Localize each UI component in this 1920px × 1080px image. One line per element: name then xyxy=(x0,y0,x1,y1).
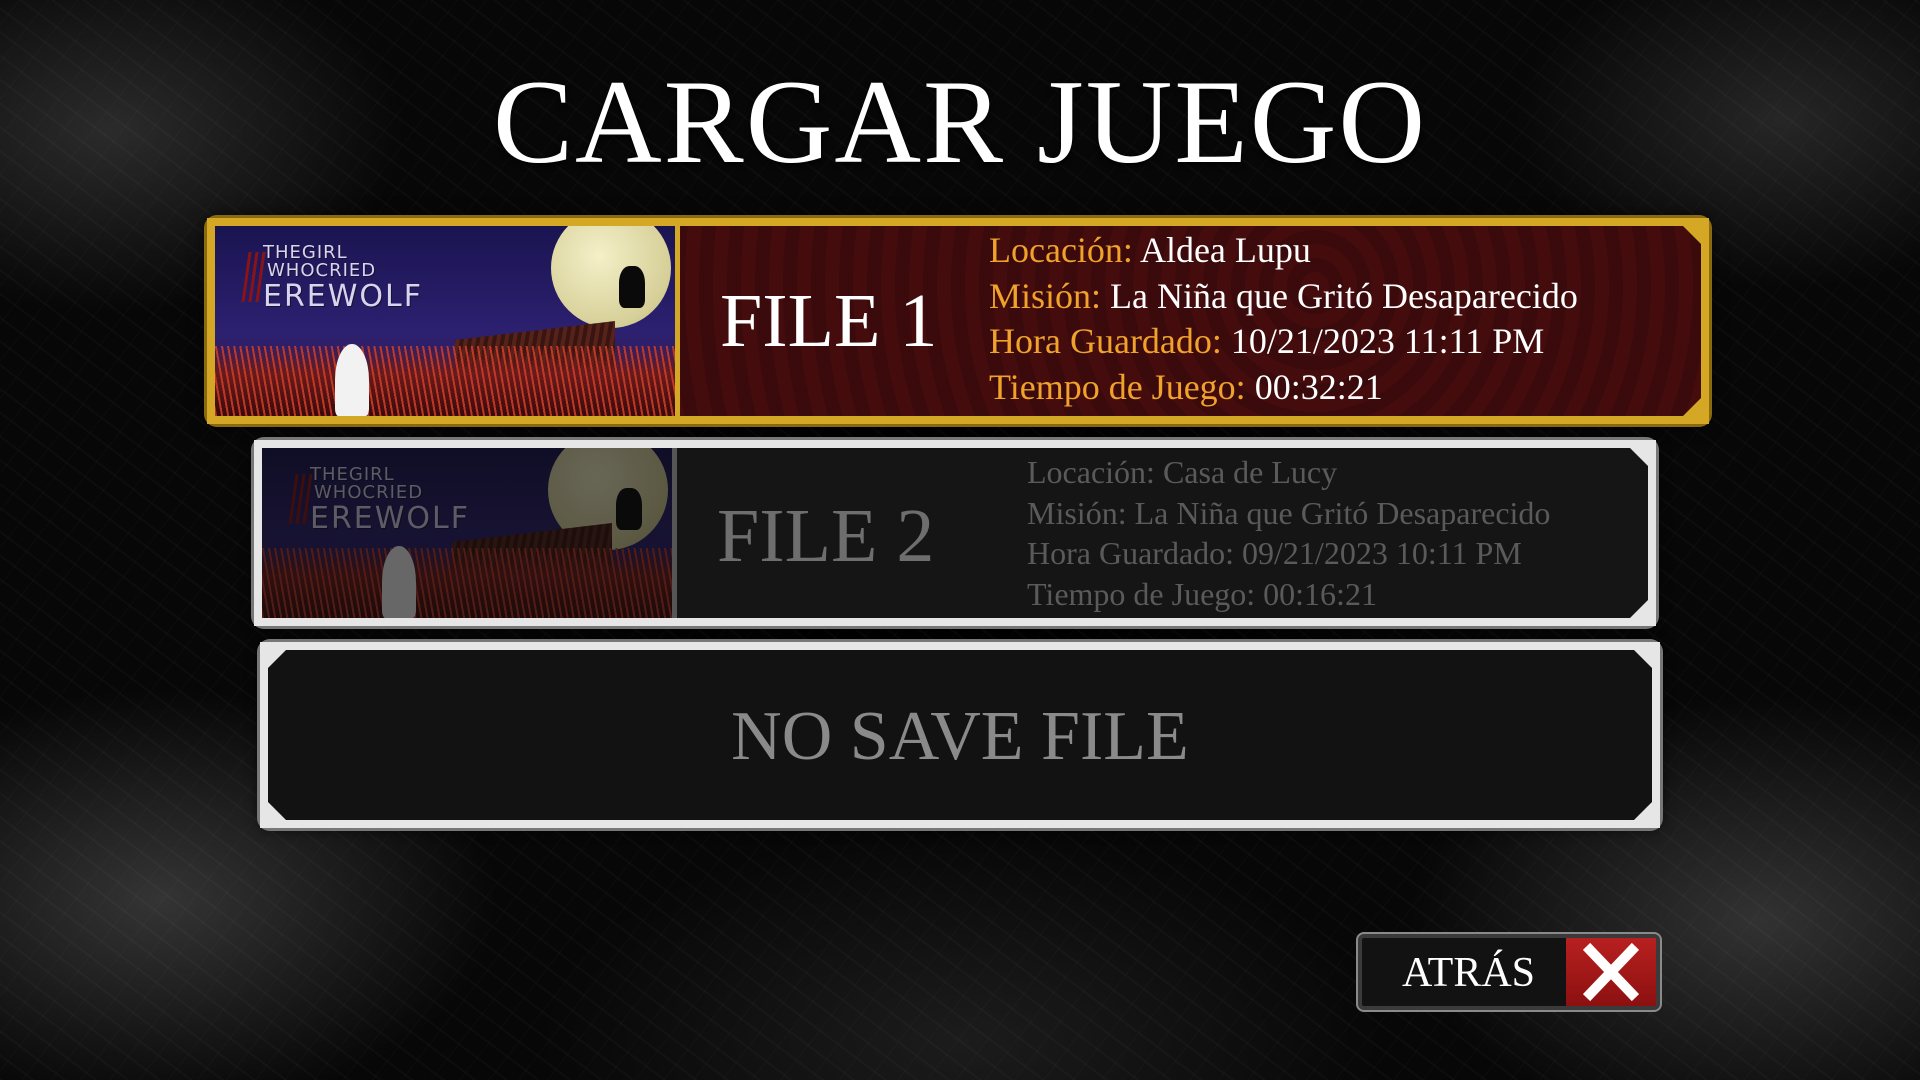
slot-divider xyxy=(675,226,680,416)
girl-silhouette xyxy=(335,344,369,416)
slot-label: FILE 1 xyxy=(720,279,938,363)
save-slot-1[interactable]: THEGIRL WHOCRIED EREWOLF FILE 1 Locación… xyxy=(207,218,1709,424)
frame-corner xyxy=(1675,218,1709,252)
slot-divider xyxy=(672,448,677,618)
save-thumbnail: THEGIRL WHOCRIED EREWOLF xyxy=(262,448,672,618)
close-x-icon xyxy=(1566,938,1656,1006)
playtime-row: Tiempo de Juego: 00:32:21 xyxy=(989,366,1383,407)
frame-corner xyxy=(260,794,294,828)
location-row: Locación: Aldea Lupu xyxy=(989,230,1311,270)
saved-time-row: Hora Guardado: 10/21/2023 11:11 PM xyxy=(989,321,1545,361)
slot-info: Locación: Casa de Lucy Misión: La Niña q… xyxy=(1027,452,1550,614)
playtime-row: Tiempo de Juego: 00:16:21 xyxy=(1027,575,1377,612)
back-button[interactable]: ATRÁS xyxy=(1358,934,1660,1010)
frame-corner xyxy=(1626,642,1660,676)
frame-corner xyxy=(1622,592,1656,626)
werewolf-silhouette xyxy=(619,266,645,308)
frame-corner xyxy=(1675,390,1709,424)
mission-row: Misión: La Niña que Gritó Desaparecido xyxy=(1027,494,1551,531)
frame-corner xyxy=(1626,794,1660,828)
empty-slot-label: NO SAVE FILE xyxy=(731,698,1189,775)
screen-title: CARGAR JUEGO xyxy=(492,55,1428,188)
back-button-label: ATRÁS xyxy=(1402,950,1536,996)
save-thumbnail: THEGIRL WHOCRIED EREWOLF xyxy=(215,226,675,416)
saved-time-row: Hora Guardado: 09/21/2023 10:11 PM xyxy=(1027,535,1522,571)
save-slot-2[interactable]: THEGIRL WHOCRIED EREWOLF FILE 2 Locación… xyxy=(254,440,1656,626)
mission-row: Misión: La Niña que Gritó Desaparecido xyxy=(989,275,1578,316)
save-slot-3[interactable]: NO SAVE FILE xyxy=(260,642,1660,828)
location-row: Locación: Casa de Lucy xyxy=(1027,454,1338,490)
grass-image xyxy=(215,346,675,416)
dim-overlay xyxy=(262,448,672,618)
load-game-screen: CARGAR JUEGO THEGIRL WHOCRIED EREWOLF FI… xyxy=(0,0,1920,1080)
slot-info: Locación: Aldea Lupu Misión: La Niña que… xyxy=(989,228,1578,410)
game-logo: THEGIRL WHOCRIED EREWOLF xyxy=(263,242,424,314)
slot-label: FILE 2 xyxy=(717,494,935,578)
frame-corner xyxy=(1622,440,1656,474)
frame-corner xyxy=(260,642,294,676)
moon-image xyxy=(551,226,671,328)
